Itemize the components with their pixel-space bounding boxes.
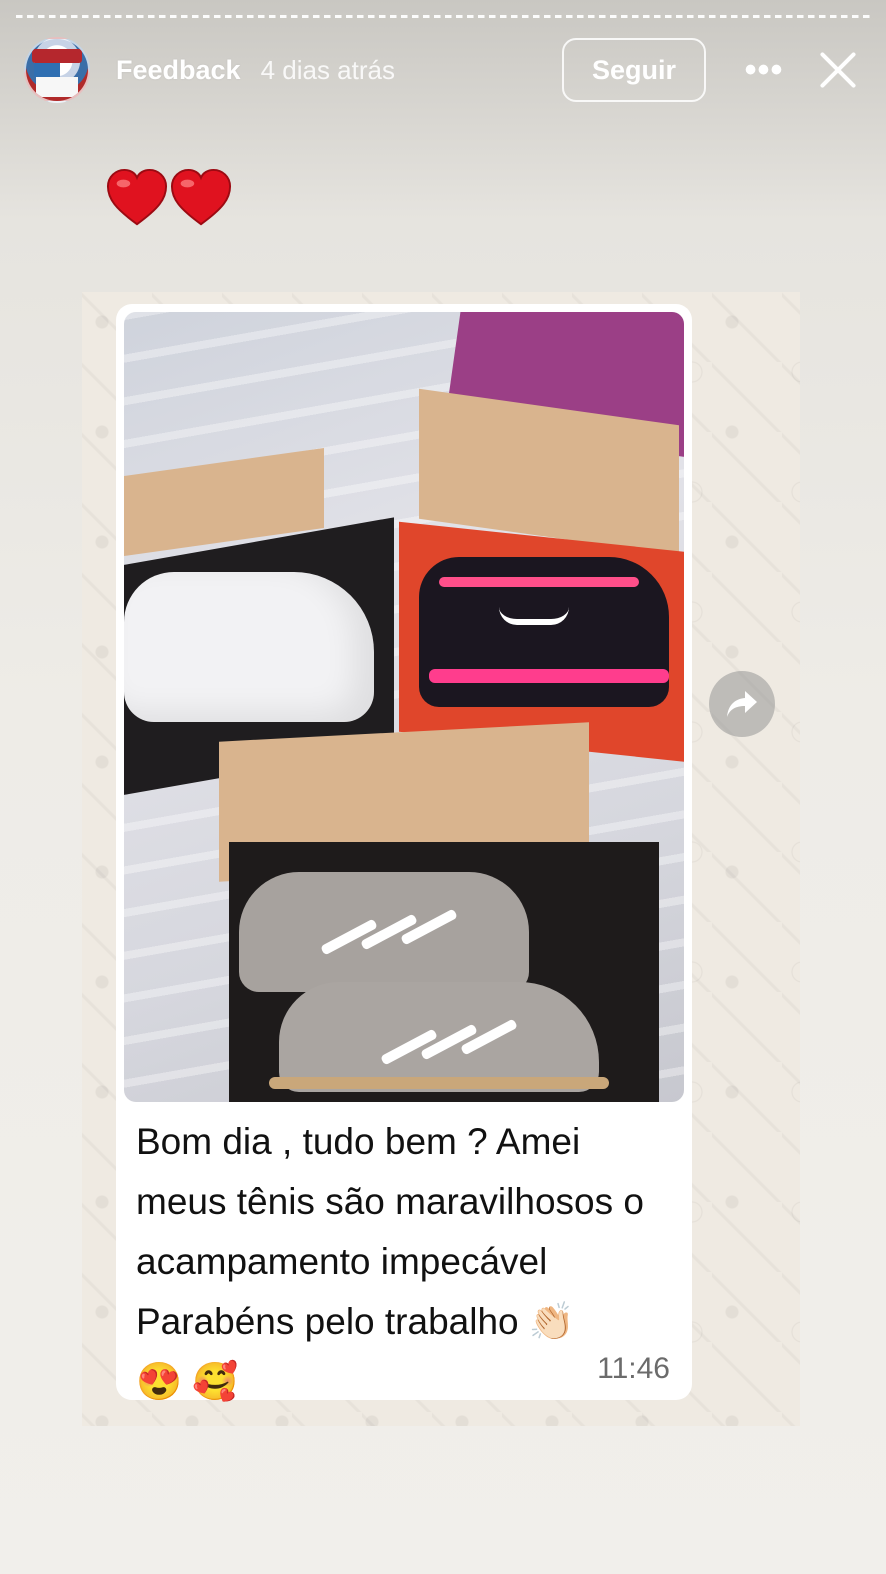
heart-icon	[170, 168, 232, 230]
chat-screenshot: Bom dia , tudo bem ? Amei meus tênis são…	[82, 292, 800, 1426]
photo-sneaker-boxes[interactable]	[124, 312, 684, 1102]
post-time: 4 dias atrás	[260, 54, 395, 85]
message-body: Bom dia , tudo bem ? Amei meus tênis são…	[136, 1121, 655, 1342]
progress-segment	[16, 15, 870, 18]
message-bubble: Bom dia , tudo bem ? Amei meus tênis são…	[116, 304, 692, 1402]
heart-icon	[106, 168, 168, 230]
story-header: Feedback 4 dias atrás Seguir •••	[24, 36, 866, 104]
username[interactable]: Feedback	[116, 55, 241, 86]
forward-icon[interactable]	[709, 671, 775, 737]
message-emojis: 😍 🥰	[136, 1361, 239, 1402]
avatar[interactable]	[24, 37, 90, 103]
story-progress-bar	[16, 15, 870, 18]
shoe-box-nike-sneakers	[399, 388, 684, 767]
follow-button[interactable]: Seguir	[562, 38, 706, 102]
message-time: 11:46	[597, 1352, 670, 1385]
shoe-box-adidas-sneakers	[209, 722, 669, 1102]
hearts-sticker	[106, 168, 232, 230]
close-icon[interactable]	[810, 42, 866, 98]
more-icon[interactable]: •••	[734, 40, 794, 100]
message-text: Bom dia , tudo bem ? Amei meus tênis são…	[136, 1112, 676, 1412]
